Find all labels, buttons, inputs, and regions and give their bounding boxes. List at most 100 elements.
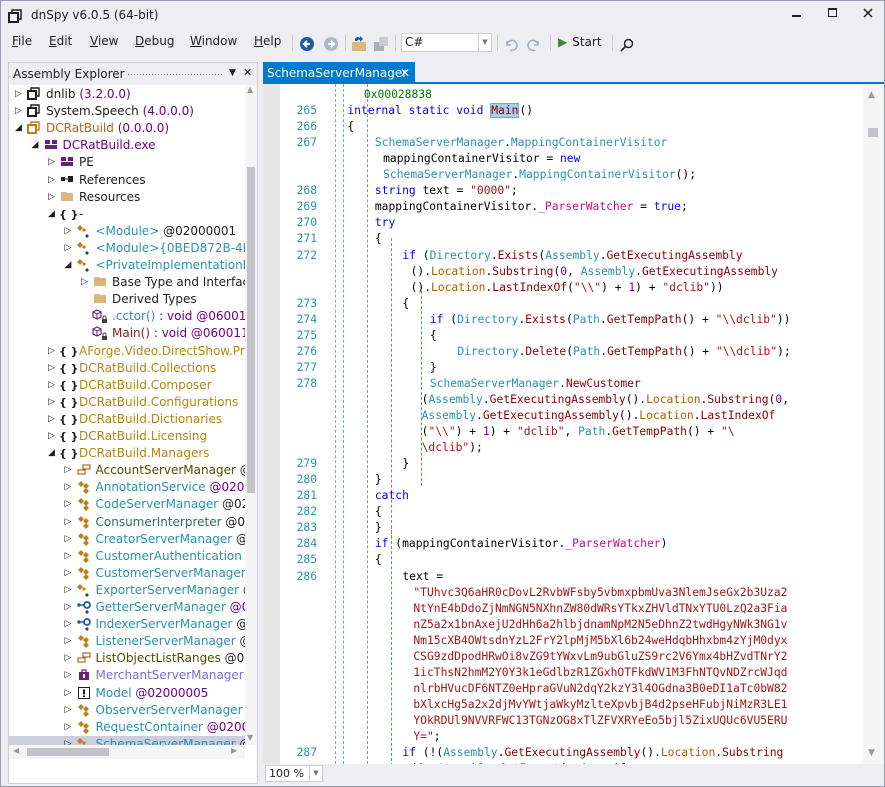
code-text[interactable]: text =	[402, 569, 443, 585]
code-text[interactable]: if (Directory.Exists(Path.GetTempPath() …	[430, 312, 791, 328]
code-text[interactable]: SchemaServerManager.MappingContainerVisi…	[375, 135, 667, 151]
expand-arrow-icon[interactable]: ▷	[65, 531, 75, 548]
tree-item[interactable]: ▷{ } DCRatBuild.Licensing	[9, 428, 245, 445]
code-text[interactable]: catch	[375, 488, 409, 504]
code-text[interactable]: mappingContainerVisitor = new	[383, 151, 580, 167]
code-text[interactable]: }	[375, 472, 382, 488]
tree-item[interactable]: ▷ Resources	[9, 189, 245, 206]
language-select[interactable]: C# ▼	[401, 33, 492, 52]
tree-horizontal-scrollbar[interactable]: ◀ ▶	[9, 745, 245, 759]
tree-item[interactable]: ▷ PE	[9, 154, 245, 171]
expand-arrow-icon[interactable]: ▷	[65, 599, 75, 616]
tree-item[interactable]: ▷ GetterServerManager @02	[9, 599, 245, 616]
code-text[interactable]: Assembly.GetExecutingAssembly().Location…	[422, 408, 776, 424]
search-icon[interactable]	[620, 35, 634, 55]
tree-item[interactable]: ▷ <Module>{0BED872B-4DF	[9, 240, 245, 257]
expand-arrow-icon[interactable]: ▷	[65, 667, 75, 684]
tree-item[interactable]: ▷ AccountServerManager @	[9, 462, 246, 479]
code-text[interactable]: }	[430, 360, 437, 376]
code-text[interactable]: {	[402, 296, 409, 312]
forward-icon[interactable]	[323, 34, 339, 54]
scroll-down-icon[interactable]: ▼	[868, 748, 875, 758]
minimize-button[interactable]	[783, 7, 811, 25]
tree-item[interactable]: ▷{ } DCRatBuild.Collections	[9, 360, 245, 377]
code-text[interactable]: try	[375, 215, 395, 231]
expand-arrow-icon[interactable]: ▷	[65, 548, 75, 565]
expand-arrow-icon[interactable]: ▷	[48, 154, 58, 171]
expand-arrow-icon[interactable]: ▷	[65, 462, 75, 479]
open-icon[interactable]	[351, 34, 367, 54]
menu-file[interactable]: File	[12, 34, 32, 48]
code-text[interactable]: mappingContainerVisitor._ParserWatcher =…	[375, 199, 688, 215]
code-text[interactable]: Nm15cXB4OWtsdnYzL2FrY2lpMjM5bXl6b24weHdq…	[413, 633, 787, 649]
code-text[interactable]: (Assembly.GetExecutingAssembly().Locatio…	[422, 392, 789, 408]
scrollbar-thumb[interactable]	[247, 167, 255, 493]
panel-dropdown-icon[interactable]: ▼	[229, 68, 236, 78]
collapse-arrow-icon[interactable]: ◢	[48, 445, 58, 462]
expand-arrow-icon[interactable]: ▷	[65, 650, 75, 667]
code-text[interactable]: if (!(Assembly.GetExecutingAssembly().Lo…	[402, 745, 783, 761]
tree-item[interactable]: ▷ CreatorServerManager @0	[9, 531, 245, 548]
scroll-up-icon[interactable]: ▲	[868, 90, 875, 100]
code-text[interactable]: bXlxcHg5a2x2djMvYWtjaWkyMzlteXpvbjB4d2ps…	[413, 697, 787, 713]
tree-item[interactable]: ▷ RequestContainer @0200	[9, 719, 245, 736]
tree-item[interactable]: ▷ Model @02000005	[9, 685, 245, 702]
scroll-right-icon[interactable]: ▶	[231, 746, 237, 755]
code-text[interactable]: }	[375, 520, 382, 536]
tree-item[interactable]: ▷ IndexerServerManager @0	[9, 616, 245, 633]
tree-item[interactable]: ▷ ListenerServerManager @	[9, 633, 245, 650]
zoom-level-select[interactable]: 100 % ▼	[265, 765, 323, 782]
panel-close-icon[interactable]: ✕	[243, 66, 252, 79]
tree-item[interactable]: ▷{ } DCRatBuild.Configurations	[9, 394, 245, 411]
expand-arrow-icon[interactable]: ▷	[48, 394, 58, 411]
code-text[interactable]: nlrbHVucDF6NTZ0eHpraGVuN2dqY2kzY3l4OGdna…	[413, 681, 787, 697]
expand-arrow-icon[interactable]: ▷	[81, 274, 91, 291]
expand-arrow-icon[interactable]: ▷	[48, 377, 58, 394]
tree-item[interactable]: ◢ DCRatBuild.exe	[9, 137, 245, 154]
code-text[interactable]: NtYnE4bDdoZjNmNGN5NXhnZW80dWRsYTkxZHVldT…	[413, 601, 787, 617]
tree-item[interactable]: ▷ AnnotationService @0200	[9, 479, 245, 496]
collapse-arrow-icon[interactable]: ◢	[65, 257, 75, 274]
drag-grip[interactable]	[127, 73, 223, 77]
code-text[interactable]: {	[430, 328, 437, 344]
menu-debug[interactable]: Debug	[135, 34, 174, 48]
menu-edit[interactable]: Edit	[49, 34, 72, 48]
tree-vertical-scrollbar[interactable]: ▲ ▼	[245, 85, 257, 745]
expand-arrow-icon[interactable]: ▷	[65, 736, 75, 745]
scroll-down-icon[interactable]: ▼	[247, 733, 253, 742]
tree-item[interactable]: .cctor() : void @060011	[9, 308, 245, 325]
code-text[interactable]: SchemaServerManager.MappingContainerVisi…	[383, 167, 696, 183]
code-text[interactable]: 0x00028838	[364, 87, 432, 103]
tab-schemaservermanager[interactable]: SchemaServerManager ✕	[263, 62, 415, 84]
code-text[interactable]: ("\\") + 1) + "dclib", Path.GetTempPath(…	[422, 424, 735, 440]
tree-item[interactable]: ▷ <Module> @02000001	[9, 223, 245, 240]
tree-item[interactable]: ▷ CodeServerManager @020	[9, 496, 245, 513]
code-view[interactable]: 0x00028838 265 internal static void Main()…	[263, 84, 863, 764]
tree-item[interactable]: ▷ MerchantServerManager	[9, 667, 245, 684]
tree-item[interactable]: ▷ ConsumerInterpreter @02	[9, 514, 245, 531]
expand-arrow-icon[interactable]: ▷	[48, 428, 58, 445]
tree-item[interactable]: ▷ System.Speech (4.0.0.0)	[9, 103, 245, 120]
code-text[interactable]: 1icThsN2hmM2Y0Y3k1eGdlbzR1ZGxhOTFkdWV1M3…	[413, 665, 787, 681]
scrollbar-thumb[interactable]	[27, 748, 109, 756]
menu-help[interactable]: Help	[254, 34, 281, 48]
code-text[interactable]: string text = "0000";	[375, 183, 518, 199]
code-text[interactable]: {	[375, 231, 382, 247]
expand-arrow-icon[interactable]: ▷	[65, 685, 75, 702]
menu-view[interactable]: View	[90, 34, 118, 48]
tree-item[interactable]: Derived Types	[9, 291, 245, 308]
collapse-arrow-icon[interactable]: ◢	[48, 206, 58, 223]
expand-arrow-icon[interactable]: ▷	[65, 616, 75, 633]
tree-item[interactable]: ▷ CustomerServerManager	[9, 565, 245, 582]
expand-arrow-icon[interactable]: ▷	[65, 719, 75, 736]
tree-item[interactable]: ◢ DCRatBuild (0.0.0.0)	[9, 120, 245, 137]
expand-arrow-icon[interactable]: ▷	[65, 565, 75, 582]
expand-arrow-icon[interactable]: ▷	[48, 189, 58, 206]
tree-item[interactable]: ◢{ } -	[9, 206, 245, 223]
code-text[interactable]: CSG9zdDpodHRwOi8vZG9tYWxvLm9ubGluZS9rc2V…	[413, 649, 787, 665]
collapse-arrow-icon[interactable]: ◢	[15, 120, 25, 137]
expand-arrow-icon[interactable]: ▷	[65, 702, 75, 719]
expand-arrow-icon[interactable]: ▷	[65, 633, 75, 650]
expand-arrow-icon[interactable]: ▷	[65, 479, 75, 496]
code-text[interactable]: YOkRDUl9NVVRFWC13TGNzOG8xTlZFVXRYeEo5bjl…	[413, 713, 787, 729]
